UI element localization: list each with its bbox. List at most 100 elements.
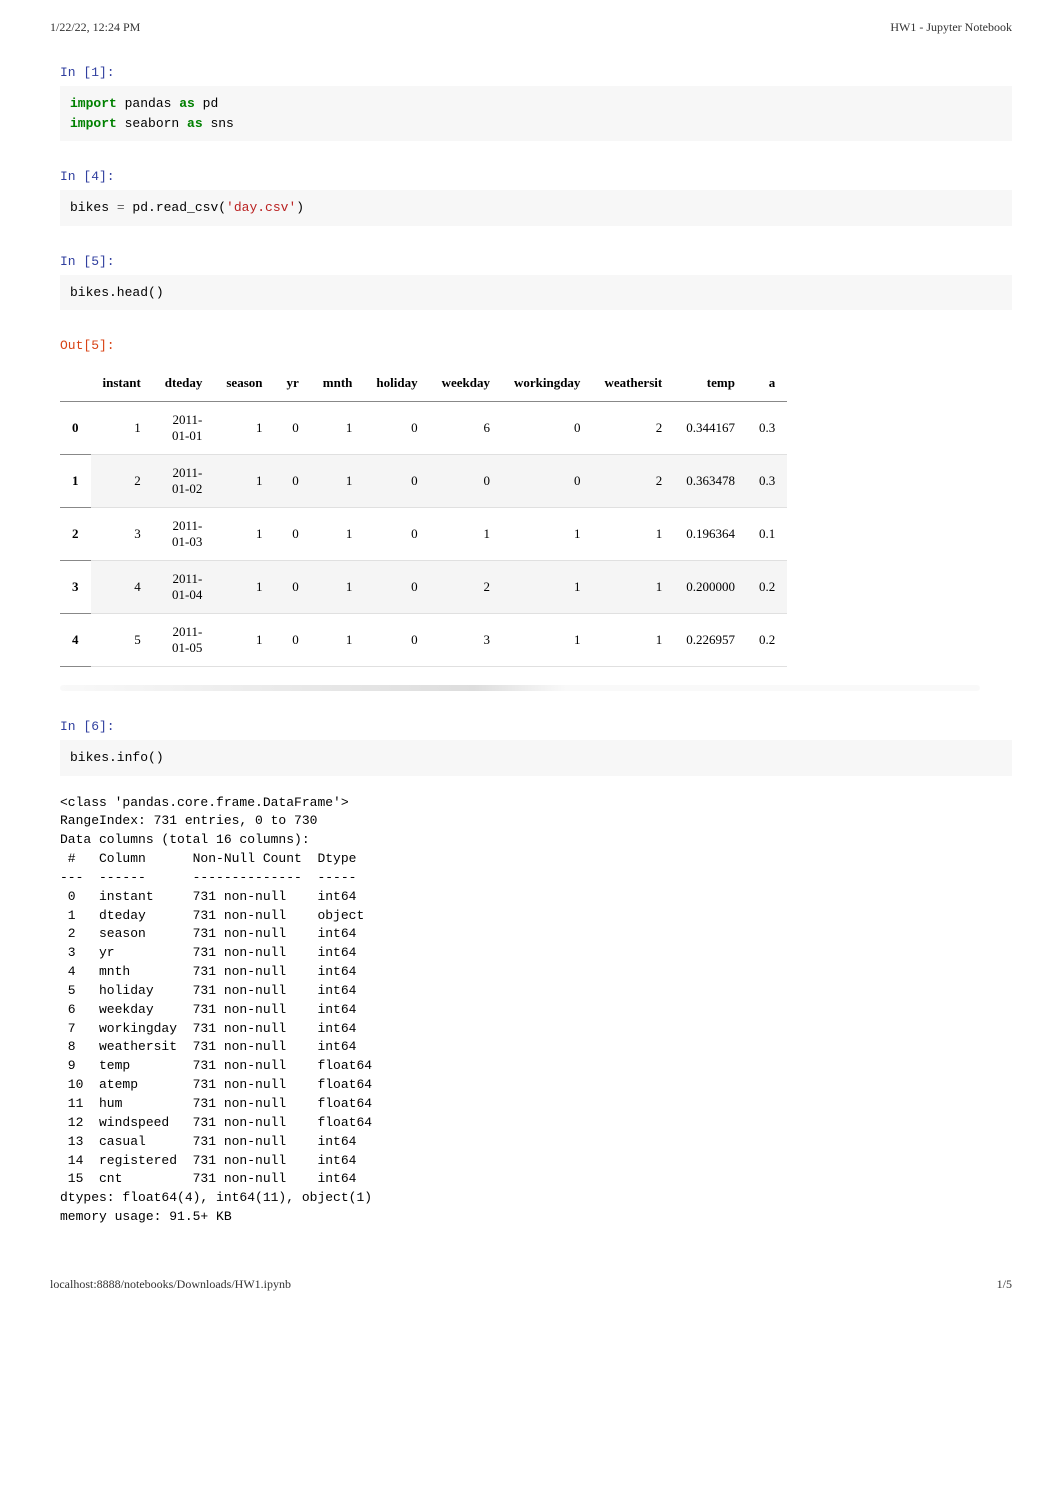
table-cell: 1: [502, 561, 592, 614]
table-cell: 0: [502, 455, 592, 508]
code-cell[interactable]: bikes.info(): [60, 740, 1012, 776]
table-cell: 1: [502, 508, 592, 561]
table-cell: 1: [311, 614, 365, 667]
table-cell: 0.196364: [674, 508, 747, 561]
table-cell: 4: [91, 561, 153, 614]
table-cell: 1: [311, 455, 365, 508]
table-cell: 1: [592, 614, 674, 667]
table-cell: 0.200000: [674, 561, 747, 614]
alias: pd: [195, 96, 218, 111]
table-cell: 0.2: [747, 614, 787, 667]
string-literal: 'day.csv': [226, 200, 296, 215]
table-cell: 3: [60, 561, 91, 614]
dataframe-table: instantdtedayseasonyrmnthholidayweekdayw…: [60, 365, 787, 667]
output-prompt: Out[5]:: [60, 328, 1012, 359]
table-row: 342011-01-0410102110.2000000.2: [60, 561, 787, 614]
table-cell: 2: [430, 561, 502, 614]
keyword-import: import: [70, 96, 117, 111]
code-line: bikes.info(): [70, 750, 164, 765]
table-cell: 0: [364, 402, 429, 455]
table-cell: 0: [274, 508, 310, 561]
input-prompt: In [5]:: [60, 244, 1012, 275]
horizontal-scrollbar[interactable]: [60, 685, 980, 691]
paren-close: ): [296, 200, 304, 215]
module-name: seaborn: [117, 116, 187, 131]
code-line: bikes.head(): [70, 285, 164, 300]
table-row: 122011-01-0210100020.3634780.3: [60, 455, 787, 508]
header-timestamp: 1/22/22, 12:24 PM: [50, 20, 140, 35]
table-cell: 1: [311, 508, 365, 561]
table-header: holiday: [364, 365, 429, 402]
table-cell: 0.363478: [674, 455, 747, 508]
table-cell: 1: [214, 455, 274, 508]
table-cell: 2011-01-04: [153, 561, 215, 614]
table-cell: 0.3: [747, 455, 787, 508]
table-cell: 2011-01-05: [153, 614, 215, 667]
table-header: a: [747, 365, 787, 402]
table-header: temp: [674, 365, 747, 402]
table-header: yr: [274, 365, 310, 402]
keyword-as: as: [179, 96, 195, 111]
input-prompt: In [1]:: [60, 55, 1012, 86]
table-header: mnth: [311, 365, 365, 402]
table-cell: 1: [311, 561, 365, 614]
table-header: workingday: [502, 365, 592, 402]
table-cell: 0.344167: [674, 402, 747, 455]
table-cell: 4: [60, 614, 91, 667]
operator-equals: =: [117, 200, 125, 215]
input-prompt: In [4]:: [60, 159, 1012, 190]
input-prompt: In [6]:: [60, 709, 1012, 740]
module-name: pandas: [117, 96, 179, 111]
table-cell: 2011-01-03: [153, 508, 215, 561]
table-cell: 0.226957: [674, 614, 747, 667]
table-cell: 1: [214, 561, 274, 614]
table-cell: 0: [60, 402, 91, 455]
code-cell[interactable]: bikes.head(): [60, 275, 1012, 311]
table-cell: 2011-01-01: [153, 402, 215, 455]
table-cell: 1: [214, 508, 274, 561]
table-cell: 0: [364, 614, 429, 667]
print-header: 1/22/22, 12:24 PM HW1 - Jupyter Notebook: [50, 20, 1012, 35]
table-cell: 1: [430, 508, 502, 561]
code-cell[interactable]: bikes = pd.read_csv('day.csv'): [60, 190, 1012, 226]
table-header: [60, 365, 91, 402]
table-row: 452011-01-0510103110.2269570.2: [60, 614, 787, 667]
table-header: weekday: [430, 365, 502, 402]
table-cell: 0: [274, 614, 310, 667]
table-cell: 1: [592, 561, 674, 614]
print-footer: localhost:8888/notebooks/Downloads/HW1.i…: [50, 1277, 1012, 1292]
variable: bikes: [70, 200, 117, 215]
table-cell: 0: [502, 402, 592, 455]
alias: sns: [203, 116, 234, 131]
table-cell: 3: [430, 614, 502, 667]
table-cell: 0.3: [747, 402, 787, 455]
table-cell: 2: [592, 455, 674, 508]
footer-page-number: 1/5: [997, 1277, 1012, 1292]
keyword-import: import: [70, 116, 117, 131]
table-header: season: [214, 365, 274, 402]
table-cell: 1: [592, 508, 674, 561]
table-cell: 1: [60, 455, 91, 508]
stdout-output: <class 'pandas.core.frame.DataFrame'> Ra…: [60, 794, 1012, 1227]
table-cell: 3: [91, 508, 153, 561]
table-cell: 0: [364, 508, 429, 561]
function-call: pd.read_csv(: [125, 200, 226, 215]
table-row: 012011-01-0110106020.3441670.3: [60, 402, 787, 455]
table-header: weathersit: [592, 365, 674, 402]
header-title: HW1 - Jupyter Notebook: [890, 20, 1012, 35]
table-cell: 1: [502, 614, 592, 667]
table-cell: 6: [430, 402, 502, 455]
table-header: instant: [91, 365, 153, 402]
code-cell[interactable]: import pandas as pd import seaborn as sn…: [60, 86, 1012, 141]
table-cell: 1: [91, 402, 153, 455]
notebook-body: In [1]: import pandas as pd import seabo…: [50, 55, 1012, 1227]
table-row: 232011-01-0310101110.1963640.1: [60, 508, 787, 561]
table-cell: 1: [311, 402, 365, 455]
table-cell: 5: [91, 614, 153, 667]
footer-url: localhost:8888/notebooks/Downloads/HW1.i…: [50, 1277, 291, 1292]
keyword-as: as: [187, 116, 203, 131]
table-cell: 0.1: [747, 508, 787, 561]
table-cell: 2: [592, 402, 674, 455]
table-cell: 0.2: [747, 561, 787, 614]
table-cell: 1: [214, 402, 274, 455]
